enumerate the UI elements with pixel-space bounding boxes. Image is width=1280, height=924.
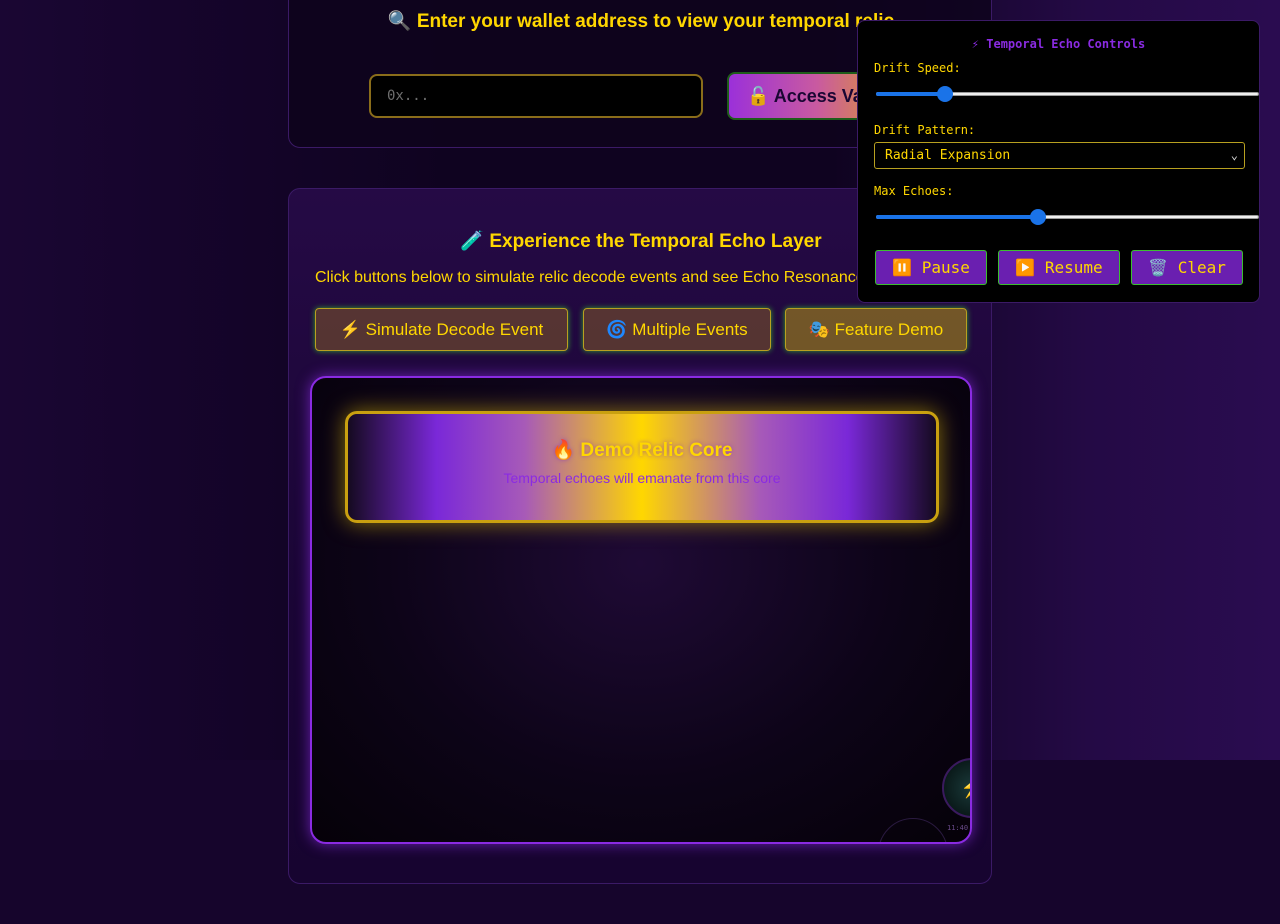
max-echoes-label: Max Echoes: (874, 184, 954, 198)
drift-pattern-select[interactable]: Radial Expansion ⌄ (874, 142, 1245, 169)
relic-core-title: 🔥 Demo Relic Core (551, 440, 733, 461)
echo-timestamp: 11:40 (947, 824, 969, 832)
pause-button[interactable]: ⏸️ Pause (875, 250, 987, 285)
echo-orb: ⚡ (942, 758, 970, 818)
echo-stage: 🔥 Demo Relic Core Temporal echoes will e… (310, 376, 972, 844)
max-echoes-slider[interactable] (874, 207, 1261, 227)
multiple-events-button[interactable]: 🌀 Multiple Events (583, 308, 771, 351)
lightning-icon: ⚡ (960, 777, 970, 799)
drift-pattern-value: Radial Expansion (885, 148, 1011, 163)
drift-pattern-label: Drift Pattern: (874, 123, 976, 137)
controls-title: ⚡ Temporal Echo Controls (971, 37, 1146, 51)
clear-button[interactable]: 🗑️ Clear (1131, 250, 1243, 285)
feature-demo-button[interactable]: 🎭 Feature Demo (785, 308, 967, 351)
slider-thumb[interactable] (936, 86, 953, 102)
drift-speed-slider[interactable] (874, 84, 1261, 104)
temporal-echo-controls: ⚡ Temporal Echo Controls Drift Speed: Dr… (857, 20, 1260, 303)
chevron-down-icon: ⌄ (1230, 148, 1238, 162)
relic-core-subtitle: Temporal echoes will emanate from this c… (503, 470, 781, 486)
drift-speed-label: Drift Speed: (874, 61, 961, 75)
demo-relic-core[interactable]: 🔥 Demo Relic Core Temporal echoes will e… (345, 411, 939, 523)
slider-thumb[interactable] (1030, 209, 1047, 225)
slider-fill (876, 215, 1039, 219)
demo-description: Click buttons below to simulate relic de… (315, 269, 865, 286)
echo-ring (878, 818, 948, 842)
resume-button[interactable]: ▶️ Resume (998, 250, 1120, 285)
simulate-decode-button[interactable]: ⚡ Simulate Decode Event (315, 308, 568, 351)
wallet-address-input[interactable] (369, 74, 703, 118)
slider-fill (876, 92, 945, 96)
